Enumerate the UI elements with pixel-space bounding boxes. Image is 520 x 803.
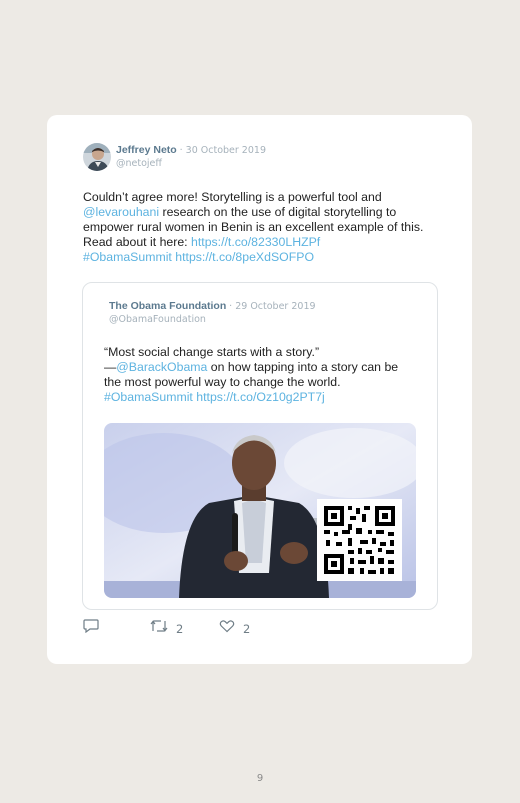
author-name[interactable]: Jeffrey Neto — [116, 144, 177, 156]
hashtag-link[interactable]: #ObamaSummit — [104, 390, 193, 404]
tweet-card: Jeffrey Neto · 30 October 2019 @netojeff… — [47, 115, 472, 664]
quoted-tweet[interactable]: The Obama Foundation · 29 October 2019 @… — [82, 282, 438, 610]
quoted-author-name[interactable]: The Obama Foundation — [109, 300, 226, 312]
quoted-date[interactable]: · 29 October 2019 — [229, 301, 315, 312]
quoted-author-line: The Obama Foundation · 29 October 2019 — [109, 300, 316, 312]
retweet-icon — [150, 619, 168, 638]
reply-button[interactable] — [83, 619, 99, 638]
quoted-text: “Most social change starts with a story.… — [104, 345, 414, 405]
heart-icon — [219, 619, 235, 638]
mention-link[interactable]: @BarackObama — [116, 360, 207, 374]
retweet-button[interactable]: 2 — [150, 619, 183, 638]
like-count: 2 — [243, 621, 251, 636]
mention-link[interactable]: @levarouhani — [83, 205, 159, 219]
author-handle[interactable]: @netojeff — [116, 158, 162, 169]
quoted-dash: — — [104, 360, 117, 374]
hashtag-link[interactable]: #ObamaSummit — [83, 250, 172, 264]
tweet-date[interactable]: · 30 October 2019 — [180, 145, 266, 156]
quoted-author-handle[interactable]: @ObamaFoundation — [109, 314, 206, 325]
url-link[interactable]: https://t.co/82330LHZPf — [191, 235, 320, 249]
tweet-text-part: Couldn’t agree more! Storytelling is a p… — [83, 190, 382, 204]
page-number: 9 — [256, 773, 264, 784]
author-line: Jeffrey Neto · 30 October 2019 — [116, 144, 266, 156]
quoted-text-part: “Most social change starts with a story.… — [104, 345, 320, 359]
like-button[interactable]: 2 — [219, 619, 250, 638]
retweet-count: 2 — [176, 621, 184, 636]
url-link[interactable]: https://t.co/8peXdSOFPO — [175, 250, 314, 264]
reply-icon — [83, 619, 99, 638]
quoted-media-image[interactable] — [104, 423, 416, 598]
tweet-text: Couldn’t agree more! Storytelling is a p… — [83, 190, 443, 265]
url-link[interactable]: https://t.co/Oz10g2PT7j — [196, 390, 325, 404]
avatar[interactable] — [83, 143, 111, 171]
